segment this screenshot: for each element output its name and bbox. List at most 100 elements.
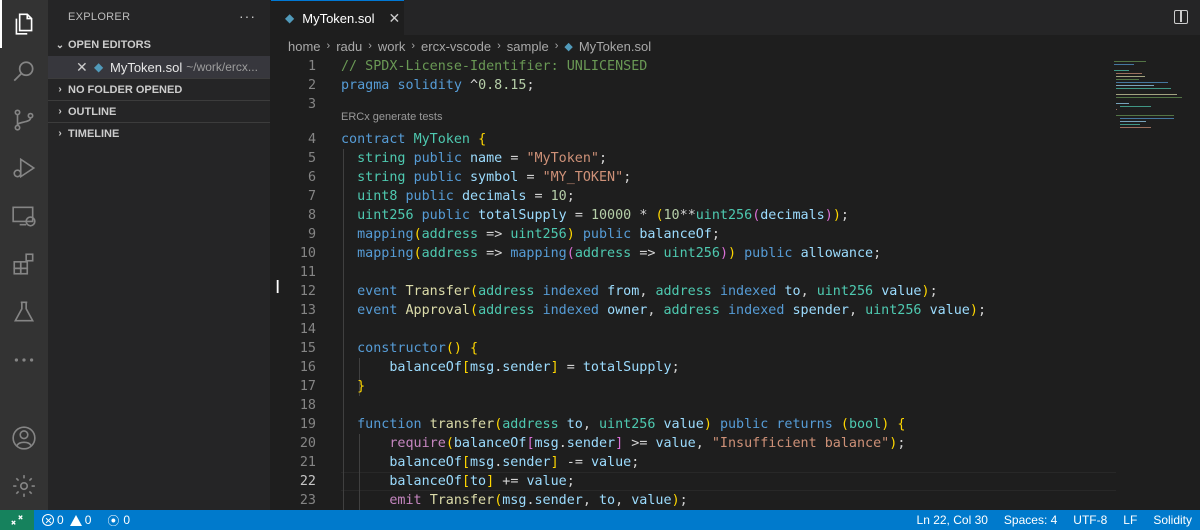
problems-indicator[interactable]: 0 0: [42, 513, 91, 527]
warning-count: 0: [84, 513, 92, 527]
account-icon[interactable]: [0, 414, 48, 462]
code-line[interactable]: 6 string public symbol = "MY_TOKEN";: [271, 168, 1116, 187]
code-line[interactable]: 19 function transfer(address to, uint256…: [271, 415, 1116, 434]
minimap-line: [1116, 115, 1174, 116]
code-line[interactable]: 23 emit Transfer(msg.sender, to, value);: [271, 491, 1116, 510]
line-number: 18: [299, 398, 316, 413]
minimap-line: [1116, 82, 1168, 83]
code-editor[interactable]: ERCx generate tests 1// SPDX-License-Ide…: [271, 57, 1200, 510]
cursor-position[interactable]: Ln 22, Col 30: [917, 513, 988, 527]
code-text: emit Transfer(msg.sender, to, value);: [389, 493, 688, 508]
error-count: 0: [57, 513, 64, 527]
code-line[interactable]: 14: [271, 320, 1116, 339]
breadcrumb-item[interactable]: work: [378, 39, 405, 54]
line-number: 10: [299, 246, 316, 261]
code-line[interactable]: 4 contract MyToken {: [271, 130, 1116, 149]
code-line[interactable]: 22 balanceOf[to] += value;: [271, 472, 1116, 491]
remote-explorer-icon[interactable]: [0, 192, 48, 240]
line-number: 7: [307, 189, 316, 204]
open-editor-path: ~/work/ercx...: [186, 60, 258, 74]
explorer-icon[interactable]: [0, 0, 48, 48]
code-line[interactable]: 2 pragma solidity ^0.8.15;: [271, 76, 1116, 95]
open-editors-label: OPEN EDITORS: [68, 39, 151, 51]
breadcrumb: home › radu › work › ercx-vscode › sample › ◆…: [271, 35, 1200, 57]
chevron-down-icon: ⌄: [55, 39, 65, 51]
close-icon[interactable]: ✕: [76, 59, 94, 76]
outline-section[interactable]: › OUTLINE: [48, 100, 270, 122]
more-actions-button[interactable]: ···: [239, 8, 256, 24]
more-icon[interactable]: [0, 336, 48, 384]
line-number: 6: [307, 170, 316, 185]
breadcrumb-item[interactable]: radu: [336, 39, 362, 54]
encoding[interactable]: UTF-8: [1073, 513, 1107, 527]
timeline-label: TIMELINE: [68, 127, 120, 140]
open-editor-item[interactable]: ✕ ◆ MyToken.sol ~/work/ercx...: [48, 56, 270, 78]
minimap-line: [1120, 121, 1147, 122]
settings-gear-icon[interactable]: [0, 462, 48, 510]
code-line[interactable]: 11: [271, 263, 1116, 282]
chevron-right-icon: ›: [497, 40, 501, 52]
run-debug-icon[interactable]: [0, 144, 48, 192]
open-editors-section[interactable]: ⌄ OPEN EDITORS: [48, 34, 270, 56]
code-line[interactable]: 20 require(balanceOf[msg.sender] >= valu…: [271, 434, 1116, 453]
extensions-icon[interactable]: [0, 240, 48, 288]
minimap-line: [1114, 64, 1135, 65]
tab-mytoken[interactable]: ◆ MyToken.sol ✕: [271, 0, 404, 35]
code-line[interactable]: 15 constructor() {: [271, 339, 1116, 358]
code-line[interactable]: 17 }: [271, 377, 1116, 396]
chevron-right-icon: ›: [411, 40, 416, 52]
code-line[interactable]: 8 uint256 public totalSupply = 10000 * (…: [271, 206, 1116, 225]
code-text: contract MyToken {: [341, 132, 487, 147]
breadcrumb-item[interactable]: ercx-vscode: [421, 39, 491, 54]
search-icon[interactable]: [0, 48, 48, 96]
chevron-right-icon: ›: [58, 106, 62, 117]
remote-indicator[interactable]: [0, 510, 34, 530]
end-of-line[interactable]: LF: [1123, 513, 1137, 527]
timeline-section[interactable]: › TIMELINE: [48, 122, 270, 144]
code-text: balanceOf[msg.sender] -= value;: [389, 455, 640, 470]
minimap-line: [1116, 109, 1117, 110]
text-cursor-icon: Ι: [275, 277, 281, 298]
minimap-line: [1116, 103, 1129, 104]
chevron-right-icon: ›: [326, 40, 331, 52]
testing-icon[interactable]: [0, 288, 48, 336]
minimap-line: [1116, 85, 1155, 86]
code-line[interactable]: 12 event Transfer(address indexed from, …: [271, 282, 1116, 301]
no-folder-section[interactable]: › NO FOLDER OPENED: [48, 78, 270, 100]
minimap-line: [1120, 124, 1140, 125]
code-line[interactable]: 10 mapping(address => mapping(address =>…: [271, 244, 1116, 263]
breadcrumb-item[interactable]: MyToken.sol: [579, 39, 651, 54]
breadcrumb-item[interactable]: sample: [507, 39, 549, 54]
code-line[interactable]: 3: [271, 95, 1116, 114]
warning-icon: [69, 514, 82, 526]
indentation[interactable]: Spaces: 4: [1004, 513, 1057, 527]
code-line[interactable]: 13 event Approval(address indexed owner,…: [271, 301, 1116, 320]
error-icon: [42, 514, 54, 526]
code-text: // SPDX-License-Identifier: UNLICENSED: [341, 59, 648, 74]
solidity-file-icon: ◆: [564, 40, 573, 53]
breadcrumb-item[interactable]: home: [288, 39, 321, 54]
code-line[interactable]: 18: [271, 396, 1116, 415]
minimap-line: [1116, 79, 1139, 80]
code-line[interactable]: 9 mapping(address => uint256) public bal…: [271, 225, 1116, 244]
minimap-line: [1116, 88, 1172, 89]
code-line[interactable]: 16 balanceOf[msg.sender] = totalSupply;: [271, 358, 1116, 377]
minimap-line: [1116, 94, 1178, 95]
code-line[interactable]: 7 uint8 public decimals = 10;: [271, 187, 1116, 206]
tab-close-icon[interactable]: ✕: [388, 10, 400, 27]
outline-label: OUTLINE: [68, 105, 117, 118]
ports-indicator[interactable]: ⦿ 0: [107, 512, 130, 529]
tab-label: MyToken.sol: [302, 10, 375, 26]
code-line[interactable]: 21 balanceOf[msg.sender] -= value;: [271, 453, 1116, 472]
code-text: require(balanceOf[msg.sender] >= value, …: [389, 436, 906, 451]
line-number: 20: [299, 436, 316, 451]
line-number: 3: [307, 97, 316, 112]
split-editor-icon[interactable]: [1174, 10, 1188, 24]
code-line[interactable]: 1 // SPDX-License-Identifier: UNLICENSED: [271, 57, 1116, 76]
minimap-line: [1114, 61, 1147, 62]
minimap[interactable]: [1114, 57, 1186, 177]
language-mode[interactable]: Solidity: [1153, 513, 1192, 527]
line-number: 17: [299, 379, 316, 394]
source-control-icon[interactable]: [0, 96, 48, 144]
code-line[interactable]: 5 string public name = "MyToken";: [271, 149, 1116, 168]
